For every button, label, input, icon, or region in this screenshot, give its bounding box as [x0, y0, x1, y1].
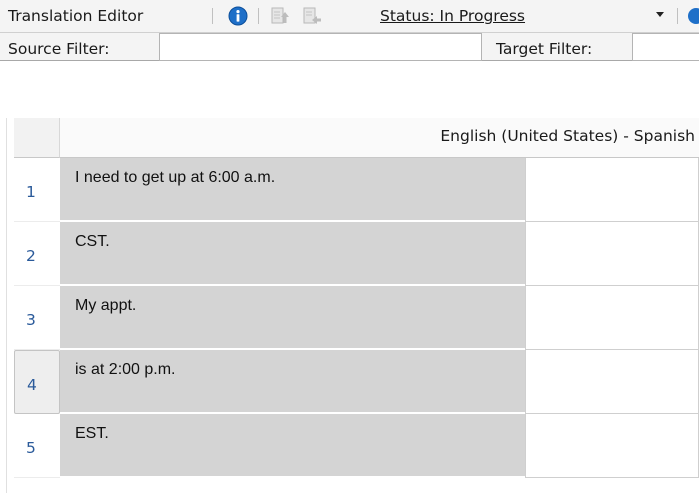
- row-number[interactable]: 2: [14, 222, 60, 286]
- toolbar-separator: [212, 8, 213, 24]
- status-dropdown[interactable]: Status: In Progress: [380, 7, 525, 25]
- row-number[interactable]: 3: [14, 286, 60, 350]
- target-filter-label: Target Filter:: [496, 40, 593, 58]
- info-icon[interactable]: [686, 6, 699, 26]
- target-cell[interactable]: [525, 222, 699, 286]
- import-icon[interactable]: [301, 6, 321, 26]
- grid-column-header[interactable]: English (United States) - Spanish: [60, 118, 699, 158]
- source-filter-label: Source Filter:: [8, 40, 110, 58]
- dropdown-caret-icon[interactable]: [656, 12, 664, 17]
- row-number[interactable]: 4: [14, 350, 60, 414]
- toolbar: Translation Editor Status: In Progress S…: [0, 0, 699, 61]
- grid-header-corner: [14, 118, 60, 158]
- export-icon[interactable]: [269, 6, 289, 26]
- toolbar-top-row: Translation Editor Status: In Progress: [0, 0, 699, 33]
- language-pair-header: English (United States) - Spanish: [440, 127, 695, 145]
- toolbar-separator: [677, 8, 678, 24]
- source-cell[interactable]: I need to get up at 6:00 a.m.: [60, 158, 525, 222]
- row-number[interactable]: 1: [14, 158, 60, 222]
- source-cell[interactable]: is at 2:00 p.m.: [60, 350, 525, 414]
- toolbar-separator: [258, 8, 259, 24]
- row-number[interactable]: 5: [14, 414, 60, 478]
- grid-left-border: [6, 118, 7, 493]
- source-cell[interactable]: EST.: [60, 414, 525, 478]
- target-filter-input[interactable]: [632, 33, 699, 61]
- target-cell[interactable]: [525, 414, 699, 478]
- info-icon[interactable]: [228, 6, 248, 26]
- editor-title: Translation Editor: [8, 7, 144, 25]
- target-cell[interactable]: [525, 158, 699, 222]
- source-cell[interactable]: CST.: [60, 222, 525, 286]
- target-cell[interactable]: [525, 286, 699, 350]
- source-cell[interactable]: My appt.: [60, 286, 525, 350]
- target-cell[interactable]: [525, 350, 699, 414]
- source-filter-input[interactable]: [159, 33, 482, 61]
